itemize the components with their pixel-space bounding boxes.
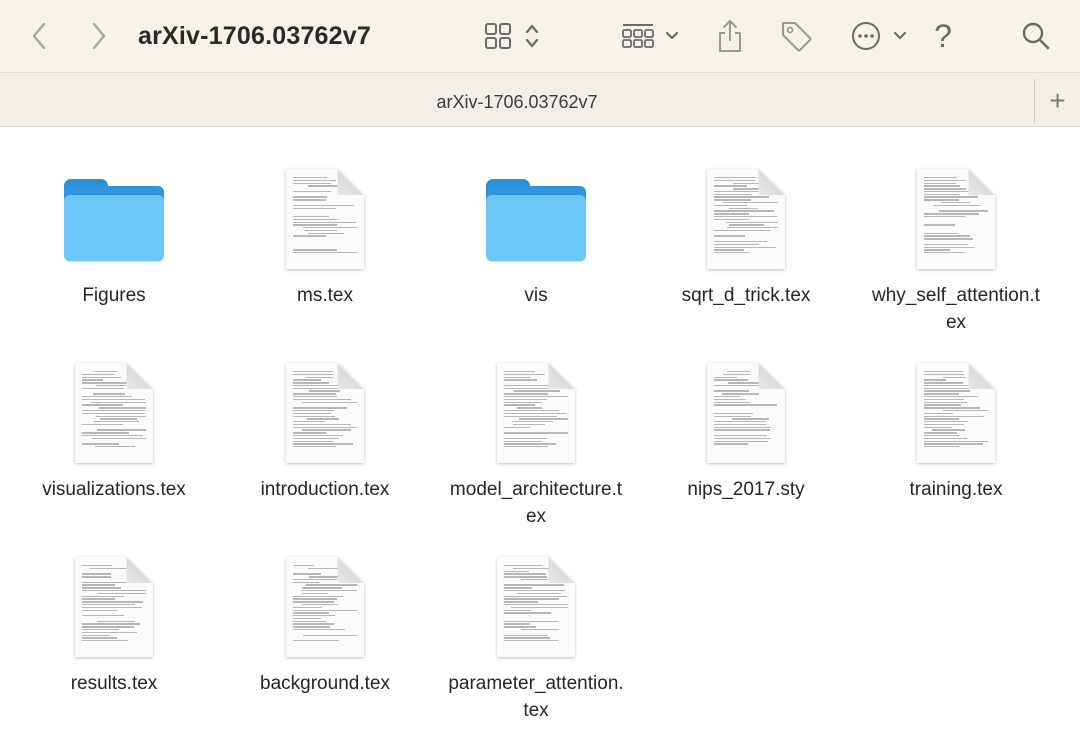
tab-current[interactable]: arXiv-1706.03762v7 [0, 73, 1034, 127]
file-item[interactable]: training.tex [861, 358, 1051, 503]
file-item[interactable]: introduction.tex [230, 358, 420, 503]
file-name-label: background.tex [260, 673, 390, 694]
file-name-label: nips_2017.sty [687, 479, 805, 500]
new-tab-button[interactable]: + [1034, 79, 1080, 123]
tab-bar: arXiv-1706.03762v7 + [0, 72, 1080, 127]
file-item[interactable]: parameter_attention.tex [441, 552, 631, 724]
more-options-icon [852, 22, 907, 50]
document-icon [896, 358, 1016, 468]
folder-icon [54, 164, 174, 274]
tag-button[interactable] [776, 14, 816, 58]
file-name-label: ms.tex [297, 285, 353, 306]
file-name-label: visualizations.tex [42, 479, 186, 500]
file-name-label: training.tex [909, 479, 1003, 500]
group-by-icon [622, 24, 679, 48]
plus-icon: + [1049, 85, 1066, 116]
view-mode-button[interactable] [480, 14, 546, 58]
file-item[interactable]: ms.tex [230, 164, 420, 309]
file-item[interactable]: visualizations.tex [19, 358, 209, 503]
document-icon [686, 358, 806, 468]
folder-item[interactable]: Figures [19, 164, 209, 309]
search-icon [1022, 22, 1050, 50]
file-name-label: results.tex [70, 673, 158, 694]
forward-button[interactable] [82, 14, 116, 58]
file-item[interactable]: background.tex [230, 552, 420, 697]
chevron-left-icon [32, 22, 46, 50]
folder-item[interactable]: vis [441, 164, 631, 309]
document-icon [686, 164, 806, 274]
file-name-label: vis [524, 285, 548, 306]
file-name-label: parameter_attention.tex [448, 673, 624, 721]
file-name-label: why_self_attention.tex [872, 285, 1040, 333]
file-name-label: introduction.tex [260, 479, 390, 500]
file-item[interactable]: model_architecture.tex [441, 358, 631, 530]
document-icon [54, 552, 174, 662]
file-item[interactable]: nips_2017.sty [651, 358, 841, 503]
help-button[interactable]: ? [926, 14, 960, 58]
file-name-label: model_architecture.tex [449, 479, 623, 527]
share-icon [719, 20, 741, 52]
file-name-label: Figures [82, 285, 146, 306]
file-name-label: sqrt_d_trick.tex [681, 285, 811, 306]
file-item[interactable]: why_self_attention.tex [861, 164, 1051, 336]
document-icon [265, 164, 385, 274]
file-item[interactable]: results.tex [19, 552, 209, 697]
chevron-right-icon [92, 22, 106, 50]
file-item[interactable]: sqrt_d_trick.tex [651, 164, 841, 309]
window-title: arXiv-1706.03762v7 [138, 22, 371, 50]
file-grid: Figures ms.tex vis sqrt_d_trick.tex why_self… [0, 128, 1080, 742]
tag-icon [782, 22, 812, 52]
document-icon [265, 358, 385, 468]
back-button[interactable] [22, 14, 56, 58]
document-icon [476, 552, 596, 662]
document-icon [896, 164, 1016, 274]
share-button[interactable] [712, 14, 748, 58]
more-options-button[interactable] [848, 14, 910, 58]
toolbar: arXiv-1706.03762v7 ? [0, 0, 1080, 72]
folder-icon [476, 164, 596, 274]
document-icon [54, 358, 174, 468]
document-icon [476, 358, 596, 468]
search-button[interactable] [1016, 14, 1056, 58]
grid-view-icon [485, 23, 539, 49]
group-by-button[interactable] [618, 14, 686, 58]
document-icon [265, 552, 385, 662]
